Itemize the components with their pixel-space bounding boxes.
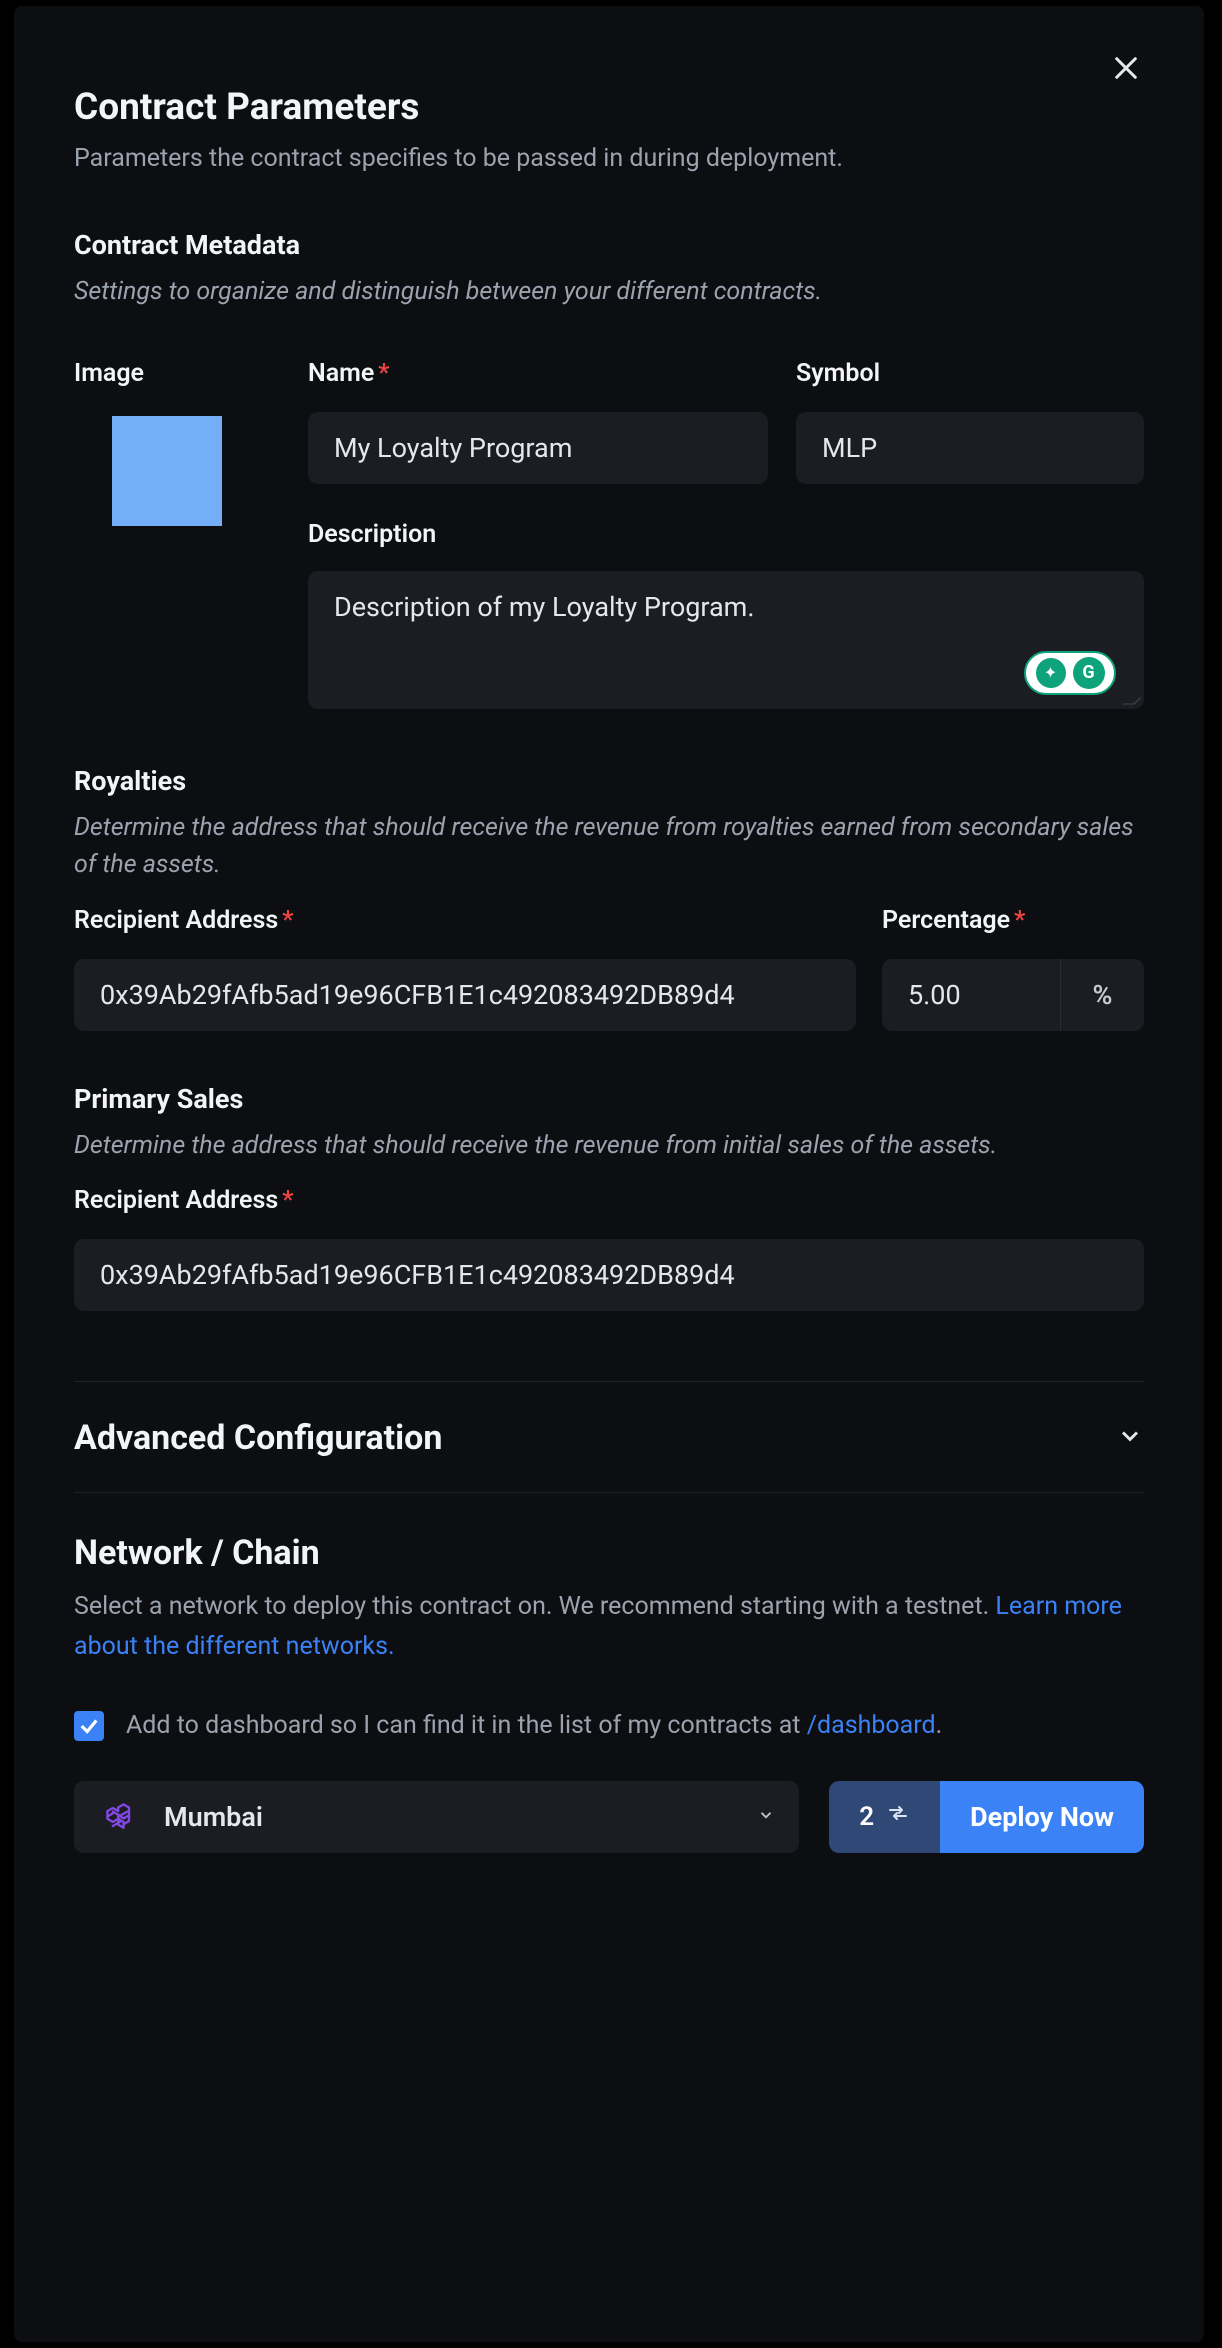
symbol-label: Symbol [796, 359, 1144, 388]
royalty-address-label: Recipient Address* [74, 906, 856, 935]
primary-sub: Determine the address that should receiv… [74, 1127, 1144, 1165]
grammarly-g-icon: G [1073, 657, 1105, 689]
network-selected-name: Mumbai [164, 1801, 757, 1833]
polygon-icon [102, 1799, 138, 1835]
royalty-percentage-label: Percentage* [882, 906, 1144, 935]
page-title: Contract Parameters [74, 86, 1144, 129]
royalties-sub: Determine the address that should receiv… [74, 809, 1144, 884]
royalties-heading: Royalties [74, 765, 1144, 797]
advanced-config-toggle[interactable]: Advanced Configuration [74, 1382, 1144, 1492]
add-to-dashboard-label: Add to dashboard so I can find it in the… [126, 1707, 942, 1745]
transaction-count-badge[interactable]: 2 [829, 1781, 940, 1853]
description-label: Description [308, 520, 1144, 549]
deploy-button-group: 2 Deploy Now [829, 1781, 1144, 1853]
grammarly-sparkle-icon: ✦ [1036, 658, 1066, 688]
close-icon [1110, 52, 1142, 84]
advanced-config-title: Advanced Configuration [74, 1418, 442, 1458]
network-title: Network / Chain [74, 1533, 1144, 1573]
primary-address-input[interactable] [74, 1239, 1144, 1311]
add-to-dashboard-checkbox[interactable] [74, 1711, 104, 1741]
modal-panel: Contract Parameters Parameters the contr… [14, 6, 1204, 2342]
name-input[interactable] [308, 412, 768, 484]
network-description: Select a network to deploy this contract… [74, 1587, 1144, 1667]
deploy-now-button[interactable]: Deploy Now [940, 1781, 1144, 1853]
dashboard-link[interactable]: /dashboard [807, 1711, 936, 1740]
network-select[interactable]: Mumbai [74, 1781, 799, 1853]
transaction-count-value: 2 [859, 1802, 874, 1832]
metadata-heading: Contract Metadata [74, 229, 1144, 261]
symbol-input[interactable] [796, 412, 1144, 484]
percent-suffix: % [1060, 959, 1144, 1031]
royalty-address-input[interactable] [74, 959, 856, 1031]
image-label: Image [74, 359, 280, 388]
chevron-down-icon [1116, 1422, 1144, 1454]
primary-heading: Primary Sales [74, 1083, 1144, 1115]
close-button[interactable] [1106, 48, 1146, 88]
primary-address-label: Recipient Address* [74, 1186, 1144, 1215]
description-input[interactable] [308, 571, 1144, 709]
contract-image-upload[interactable] [112, 416, 222, 526]
grammarly-widget[interactable]: ✦ G [1024, 651, 1116, 695]
royalty-percentage-input[interactable] [882, 959, 1060, 1031]
name-label: Name* [308, 359, 768, 388]
swap-icon [886, 1801, 910, 1832]
chevron-down-icon [757, 1806, 775, 1828]
metadata-sub: Settings to organize and distinguish bet… [74, 273, 1144, 311]
page-subtitle: Parameters the contract specifies to be … [74, 141, 1144, 177]
divider [74, 1492, 1144, 1493]
